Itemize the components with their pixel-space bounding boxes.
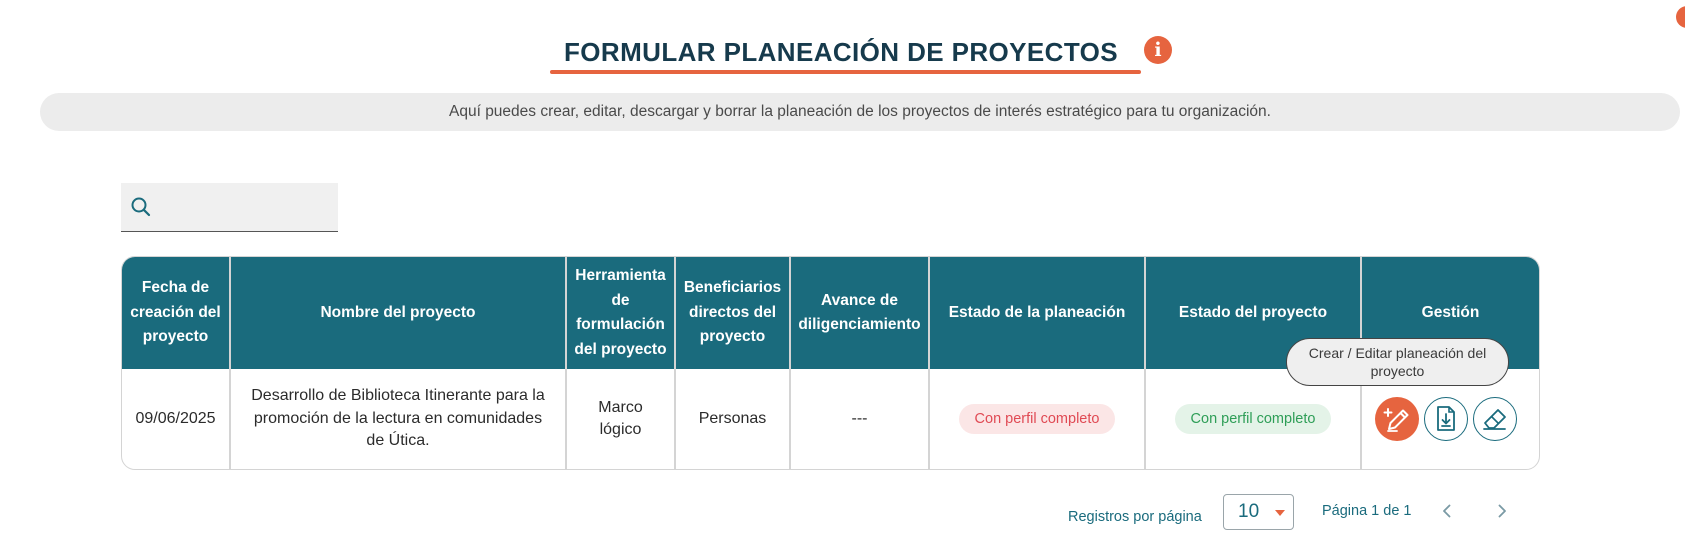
status-badge: Con perfil completo bbox=[958, 404, 1116, 434]
cell-estado-planeacion: Con perfil completo bbox=[930, 369, 1144, 469]
column-header-estado-planeacion: Estado de la planeación bbox=[948, 303, 1126, 321]
column-header-avance: Avance de diligenciamiento bbox=[798, 291, 921, 334]
edit-planning-button[interactable] bbox=[1375, 397, 1419, 441]
download-icon bbox=[1437, 406, 1455, 431]
records-per-page-label: Registros por página bbox=[1068, 509, 1202, 525]
cell-fecha: 09/06/2025 bbox=[135, 409, 216, 427]
cell-avance: --- bbox=[851, 409, 868, 427]
edit-tooltip: Crear / Editar planeación del proyecto bbox=[1286, 338, 1509, 386]
edit-icon bbox=[1383, 408, 1409, 432]
caret-down-icon bbox=[1275, 510, 1285, 516]
page-description: Aquí puedes crear, editar, descargar y b… bbox=[40, 93, 1680, 131]
page-title: FORMULAR PLANEACIÓN DE PROYECTOS bbox=[564, 37, 1119, 67]
search-icon bbox=[131, 197, 151, 217]
corner-badge bbox=[1676, 6, 1685, 28]
column-header-nombre: Nombre del proyecto bbox=[320, 303, 476, 321]
page-size-select[interactable]: 10 bbox=[1223, 494, 1294, 530]
download-button[interactable] bbox=[1424, 397, 1468, 441]
column-header-fecha: Fecha de creación del proyecto bbox=[130, 279, 221, 346]
page-header: FORMULAR PLANEACIÓN DE PROYECTOS bbox=[550, 30, 1141, 75]
delete-button[interactable] bbox=[1473, 397, 1517, 441]
search-input[interactable] bbox=[159, 191, 333, 225]
column-header-herramienta: Herramienta de formulación del proyecto bbox=[574, 267, 667, 358]
column-header-beneficiarios: Beneficiarios directos del proyecto bbox=[683, 279, 782, 346]
eraser-icon bbox=[1483, 409, 1506, 430]
prev-page-icon[interactable] bbox=[1438, 502, 1456, 520]
page-info: Página 1 de 1 bbox=[1322, 503, 1412, 519]
status-badge: Con perfil completo bbox=[1174, 404, 1332, 434]
next-page-icon[interactable] bbox=[1493, 502, 1511, 520]
cell-nombre: Desarrollo de Biblioteca Itinerante para… bbox=[251, 387, 545, 450]
title-underline bbox=[550, 70, 1141, 74]
cell-beneficiarios: Personas bbox=[698, 409, 767, 427]
search-box bbox=[121, 183, 338, 232]
cell-herramienta: Marco lógico bbox=[598, 398, 643, 439]
page-size-value: 10 bbox=[1238, 501, 1260, 522]
info-icon[interactable]: i bbox=[1144, 36, 1172, 64]
